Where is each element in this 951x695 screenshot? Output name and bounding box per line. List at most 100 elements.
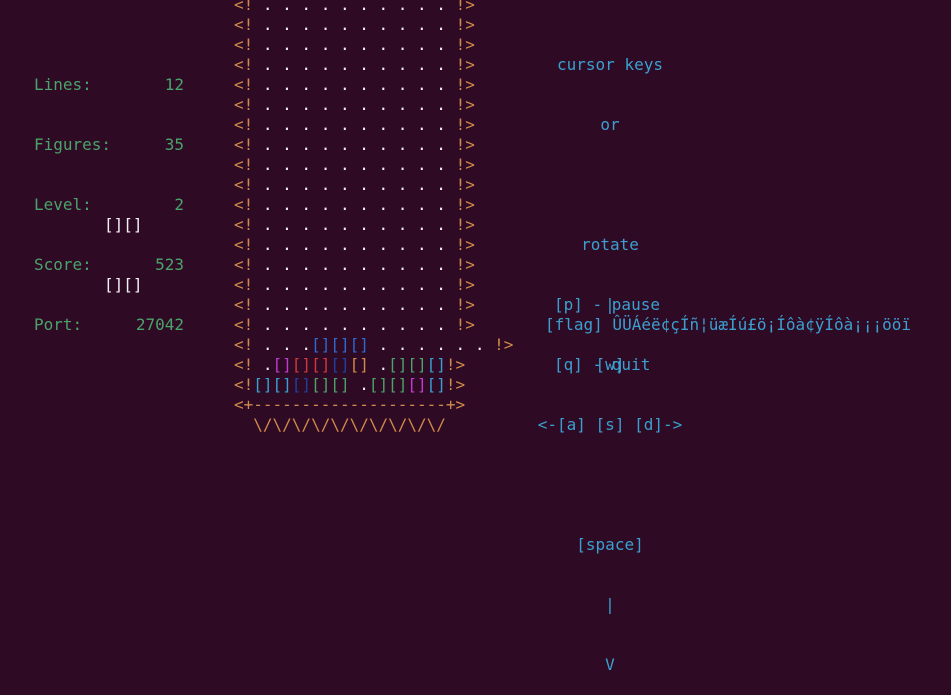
well-row: <! . . . . . . . . . . !> — [234, 0, 513, 15]
well-row: <! . . . . . . . . . . !> — [234, 235, 513, 255]
well-left-wall: <! — [234, 175, 254, 194]
well-empty-cells: . — [368, 355, 389, 374]
help-arrow-down: V — [605, 655, 615, 674]
well-empty-cells: . . . . . . . . . . — [253, 35, 456, 54]
well-right-wall: !> — [455, 235, 475, 254]
next-piece-row: [][] — [104, 275, 143, 294]
tetromino-block: [][][] — [311, 335, 369, 354]
well-right-wall: !> — [455, 15, 475, 34]
well-left-wall: <! — [234, 55, 254, 74]
tetromino-block: [] — [291, 375, 312, 394]
well-row: <! . . . . . . . . . . !> — [234, 135, 513, 155]
well-right-wall: !> — [455, 0, 475, 14]
tetromino-block: [][] — [388, 355, 427, 374]
well-empty-cells: . . . . . . . . . . — [253, 195, 456, 214]
well-empty-cells: . . . . . . . . . . — [253, 155, 456, 174]
tetromino-block: [][] — [253, 375, 292, 394]
help-pause: [p] - pause — [554, 295, 660, 314]
well-left-wall: <! — [234, 235, 254, 254]
help-bar: | — [605, 595, 615, 614]
tetromino-block: [][] — [291, 355, 331, 374]
well-row: <! .[][][][][] .[][][]!> — [234, 355, 513, 375]
well-empty-cells: . . . . . . . . . . — [253, 315, 456, 334]
tetromino-block: [] — [272, 355, 292, 374]
well-empty-cells: . . . . . . . . . . — [253, 55, 456, 74]
stat-port: Port: 27042 — [34, 315, 184, 335]
stat-label: Figures: — [34, 135, 112, 154]
flag-text: [flag] ÛÜÁéë¢çÍñ¦üæÍú£ö¡Íôà¢ÿÍôà¡¡¡ööï — [545, 315, 912, 334]
well-right-wall: !> — [455, 95, 475, 114]
help-key-space: [space] — [576, 535, 644, 554]
well-right-wall: !> — [455, 155, 475, 174]
well-row: <! . . . . . . . . . . !> — [234, 15, 513, 35]
tetromino-block: [] — [407, 375, 427, 394]
well-right-wall: !> — [455, 55, 475, 74]
well-left-wall: <! — [234, 0, 254, 14]
well-left-wall: <! — [234, 355, 254, 374]
well-row: <! . . . . . . . . . . !> — [234, 55, 513, 75]
stat-label: Score: — [34, 255, 92, 274]
well-left-wall: <! — [234, 255, 254, 274]
well-empty-cells: . . . . . . . . . . — [253, 275, 456, 294]
stat-lines: Lines: 12 — [34, 75, 184, 95]
well-left-wall: <! — [234, 275, 254, 294]
well-right-wall: !> — [455, 215, 475, 234]
well-right-wall: !> — [455, 195, 475, 214]
tetromino-block: [][] — [311, 375, 350, 394]
next-piece-preview: [][] [][] — [104, 175, 143, 315]
well-base: \/\/\/\/\/\/\/\/\/\/ — [234, 415, 446, 434]
well-empty-cells: . . . . . . . . . . — [253, 95, 456, 114]
next-piece-row: [][] — [104, 215, 143, 234]
help-or: or — [600, 115, 620, 134]
stat-label: Lines: — [34, 75, 92, 94]
well-right-wall: !> — [445, 375, 466, 394]
well-left-wall: <! — [234, 15, 254, 34]
well-right-wall: !> — [455, 175, 475, 194]
well-row: <! . . . . . . . . . . !> — [234, 95, 513, 115]
well-empty-cells: . . . . . . . . . . — [253, 0, 456, 14]
well-row: <! . . . . . . . . . . !> — [234, 75, 513, 95]
well-left-wall: <! — [234, 75, 254, 94]
well-empty-cells: . . . . . . . . . . — [253, 15, 456, 34]
well-right-wall: !> — [455, 75, 475, 94]
game-well: <! . . . . . . . . . . !> <! . . . . . . … — [234, 0, 513, 435]
well-empty-cells: . . . . . . . . . . — [253, 175, 456, 194]
well-right-wall: !> — [445, 355, 466, 374]
tetromino-block: [][] — [368, 375, 408, 394]
well-right-wall: !> — [455, 295, 475, 314]
well-row: <! . . . . . . . . . . !> — [234, 155, 513, 175]
stat-label: Port: — [34, 315, 83, 334]
well-row: <! . . . . . . . . . . !> — [234, 315, 513, 335]
well-left-wall: <! — [234, 35, 254, 54]
well-empty-cells: . — [253, 355, 273, 374]
stat-value: 27042 — [135, 315, 184, 334]
well-right-wall: !> — [455, 255, 475, 274]
well-empty-cells: . — [349, 375, 369, 394]
well-row: <! . . . . . . . . . . !> — [234, 195, 513, 215]
well-row: <! . . .[][][] . . . . . . !> — [234, 335, 513, 355]
well-empty-cells: . . . . . . . . . . — [253, 235, 456, 254]
well-row: <! . . . . . . . . . . !> — [234, 35, 513, 55]
well-left-wall: <! — [234, 135, 254, 154]
well-left-wall: <! — [234, 375, 254, 394]
well-row: <! . . . . . . . . . . !> — [234, 115, 513, 135]
well-left-wall: <! — [234, 295, 254, 314]
tetromino-block: [] — [349, 355, 369, 374]
well-left-wall: <! — [234, 335, 254, 354]
tetromino-block: [] — [426, 375, 446, 394]
help-quit: [q] - quit — [554, 355, 651, 374]
well-left-wall: <! — [234, 195, 254, 214]
help-keys-asd: <-[a] [s] [d]-> — [537, 415, 683, 434]
help-rotate: rotate — [581, 235, 639, 254]
well-left-wall: <! — [234, 115, 254, 134]
tetromino-block: [] — [330, 355, 350, 374]
well-empty-cells: . . . . . . . . . . — [253, 135, 456, 154]
well-empty-cells: . . . . . . . . . . — [253, 215, 456, 234]
well-empty-cells: . . . . . . . . . . — [253, 115, 456, 134]
well-empty-cells: . . . . . . . . . . — [253, 255, 456, 274]
well-row: <! . . . . . . . . . . !> — [234, 295, 513, 315]
well-row: <! . . . . . . . . . . !> — [234, 255, 513, 275]
stat-figures: Figures: 35 — [34, 135, 184, 155]
well-empty-cells: . . . . . . . . . . — [253, 75, 456, 94]
well-row: <! . . . . . . . . . . !> — [234, 275, 513, 295]
